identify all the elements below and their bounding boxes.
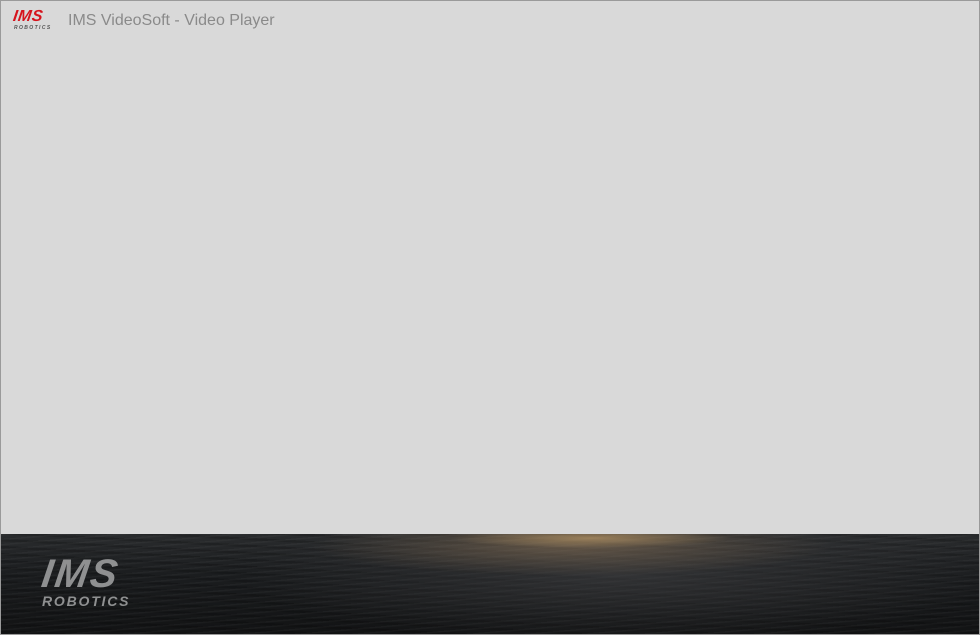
logo-subtitle: ROBOTICS	[14, 25, 52, 31]
logo-word: IMS	[11, 8, 45, 25]
window-title: IMS VideoSoft - Video Player	[68, 12, 275, 29]
title-bar: IMS ROBOTICS IMS VideoSoft - Video Playe…	[1, 1, 979, 41]
footer-banner: IMS ROBOTICS	[1, 534, 979, 634]
ims-robotics-logo-small: IMS ROBOTICS	[11, 8, 57, 33]
video-player-window: IMS ROBOTICS IMS VideoSoft - Video Playe…	[0, 0, 980, 635]
video-display-area[interactable]	[1, 41, 979, 534]
footer-logo-word: IMS	[38, 552, 123, 596]
footer-logo-subtitle: ROBOTICS	[42, 593, 131, 609]
ims-robotics-logo-large: IMS ROBOTICS	[39, 552, 162, 610]
